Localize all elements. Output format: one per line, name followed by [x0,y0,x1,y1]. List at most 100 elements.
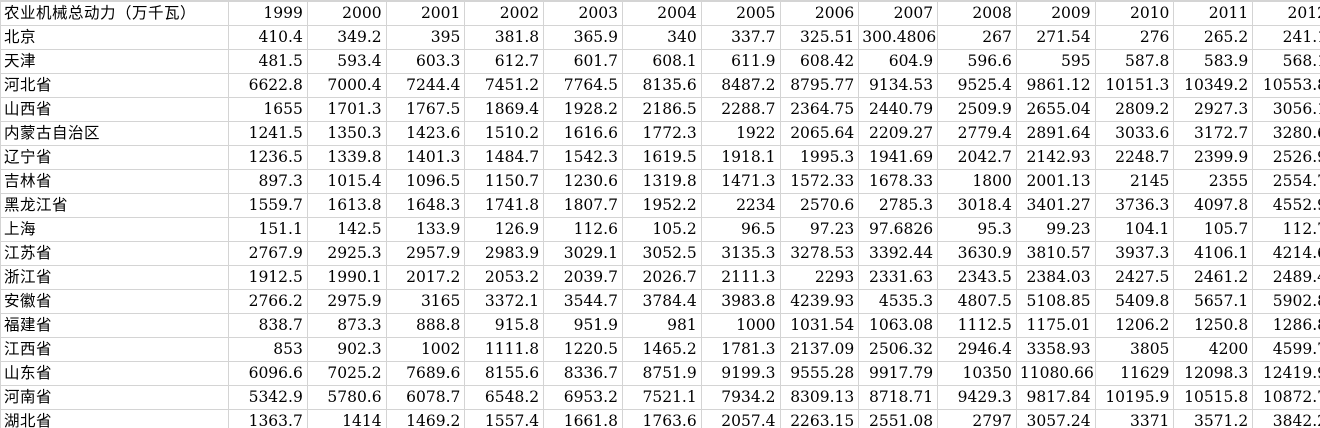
value-cell[interactable]: 1414 [306,409,387,428]
value-cell[interactable]: 5780.6 [306,385,387,410]
value-cell[interactable]: 10553.8 [1252,73,1320,98]
value-cell[interactable]: 1230.6 [543,169,623,194]
value-cell[interactable]: 1772.3 [621,121,702,146]
value-cell[interactable]: 349.2 [306,25,387,50]
value-cell[interactable]: 9817.84 [1015,385,1096,410]
value-cell[interactable]: 596.6 [937,49,1017,74]
value-cell[interactable]: 1767.5 [385,97,466,122]
value-cell[interactable]: 604.9 [858,49,939,74]
value-cell[interactable]: 587.8 [1094,49,1175,74]
value-cell[interactable]: 3029.1 [543,241,623,266]
value-cell[interactable]: 1220.5 [543,337,623,362]
value-cell[interactable]: 3372.1 [464,289,545,314]
value-cell[interactable]: 97.23 [779,217,860,242]
year-header-cell[interactable]: 2011 [1173,0,1254,26]
value-cell[interactable]: 1111.8 [464,337,545,362]
value-cell[interactable]: 3135.3 [700,241,781,266]
value-cell[interactable]: 3401.27 [1015,193,1096,218]
value-cell[interactable]: 2506.32 [858,337,939,362]
year-header-cell[interactable]: 2004 [621,0,702,26]
value-cell[interactable]: 12098.3 [1173,361,1254,386]
value-cell[interactable]: 2145 [1094,169,1175,194]
value-cell[interactable]: 6953.2 [543,385,623,410]
region-name-cell[interactable]: 江苏省 [0,241,230,266]
value-cell[interactable]: 1350.3 [306,121,387,146]
year-header-cell[interactable]: 1999 [228,0,308,26]
value-cell[interactable]: 3280.6 [1252,121,1320,146]
value-cell[interactable]: 1559.7 [228,193,308,218]
value-cell[interactable]: 1990.1 [306,265,387,290]
value-cell[interactable]: 1363.7 [228,409,308,428]
value-cell[interactable]: 3810.57 [1015,241,1096,266]
value-cell[interactable]: 2364.75 [779,97,860,122]
value-cell[interactable]: 2766.2 [228,289,308,314]
value-cell[interactable]: 7521.1 [621,385,702,410]
value-cell[interactable]: 10872.7 [1252,385,1320,410]
value-cell[interactable]: 1206.2 [1094,313,1175,338]
value-cell[interactable]: 2779.4 [937,121,1017,146]
value-cell[interactable]: 2489.4 [1252,265,1320,290]
value-cell[interactable]: 902.3 [306,337,387,362]
value-cell[interactable]: 1701.3 [306,97,387,122]
value-cell[interactable]: 2142.93 [1015,145,1096,170]
region-name-cell[interactable]: 上海 [0,217,230,242]
value-cell[interactable]: 838.7 [228,313,308,338]
value-cell[interactable]: 2983.9 [464,241,545,266]
value-cell[interactable]: 1286.8 [1252,313,1320,338]
value-cell[interactable]: 126.9 [464,217,545,242]
value-cell[interactable]: 9525.4 [937,73,1017,98]
value-cell[interactable]: 2001.13 [1015,169,1096,194]
value-cell[interactable]: 1655 [228,97,308,122]
value-cell[interactable]: 1175.01 [1015,313,1096,338]
value-cell[interactable]: 9429.3 [937,385,1017,410]
value-cell[interactable]: 99.23 [1015,217,1096,242]
value-cell[interactable]: 568.1 [1252,49,1320,74]
value-cell[interactable]: 1661.8 [543,409,623,428]
year-header-cell[interactable]: 2007 [858,0,939,26]
value-cell[interactable]: 10350 [937,361,1017,386]
region-name-cell[interactable]: 山西省 [0,97,230,122]
value-cell[interactable]: 7244.4 [385,73,466,98]
value-cell[interactable]: 271.54 [1015,25,1096,50]
value-cell[interactable]: 1807.7 [543,193,623,218]
value-cell[interactable]: 888.8 [385,313,466,338]
value-cell[interactable]: 3018.4 [937,193,1017,218]
year-header-cell[interactable]: 2005 [700,0,781,26]
spreadsheet-grid[interactable]: 农业机械总动力（万千瓦） 1999 2000 2001 2002 2003 20… [0,0,1320,428]
value-cell[interactable]: 2039.7 [543,265,623,290]
value-cell[interactable]: 611.9 [700,49,781,74]
value-cell[interactable]: 3278.53 [779,241,860,266]
value-cell[interactable]: 1423.6 [385,121,466,146]
value-cell[interactable]: 2399.9 [1173,145,1254,170]
value-cell[interactable]: 1995.3 [779,145,860,170]
value-cell[interactable]: 3358.93 [1015,337,1096,362]
value-cell[interactable]: 1952.2 [621,193,702,218]
value-cell[interactable]: 1000 [700,313,781,338]
value-cell[interactable]: 8309.13 [779,385,860,410]
value-cell[interactable]: 873.3 [306,313,387,338]
value-cell[interactable]: 4106.1 [1173,241,1254,266]
value-cell[interactable]: 10151.3 [1094,73,1175,98]
value-cell[interactable]: 8336.7 [543,361,623,386]
value-cell[interactable]: 265.2 [1173,25,1254,50]
value-cell[interactable]: 1648.3 [385,193,466,218]
value-cell[interactable]: 608.42 [779,49,860,74]
value-cell[interactable]: 8751.9 [621,361,702,386]
year-header-cell[interactable]: 2010 [1094,0,1175,26]
value-cell[interactable]: 612.7 [464,49,545,74]
value-cell[interactable]: 3736.3 [1094,193,1175,218]
value-cell[interactable]: 481.5 [228,49,308,74]
year-header-cell[interactable]: 2003 [543,0,623,26]
value-cell[interactable]: 595 [1015,49,1096,74]
value-cell[interactable]: 2427.5 [1094,265,1175,290]
value-cell[interactable]: 3371 [1094,409,1175,428]
value-cell[interactable]: 2440.79 [858,97,939,122]
value-cell[interactable]: 5657.1 [1173,289,1254,314]
value-cell[interactable]: 1928.2 [543,97,623,122]
value-cell[interactable]: 97.6826 [858,217,939,242]
value-cell[interactable]: 3937.3 [1094,241,1175,266]
value-cell[interactable]: 5342.9 [228,385,308,410]
value-cell[interactable]: 2975.9 [306,289,387,314]
value-cell[interactable]: 603.3 [385,49,466,74]
value-cell[interactable]: 2057.4 [700,409,781,428]
